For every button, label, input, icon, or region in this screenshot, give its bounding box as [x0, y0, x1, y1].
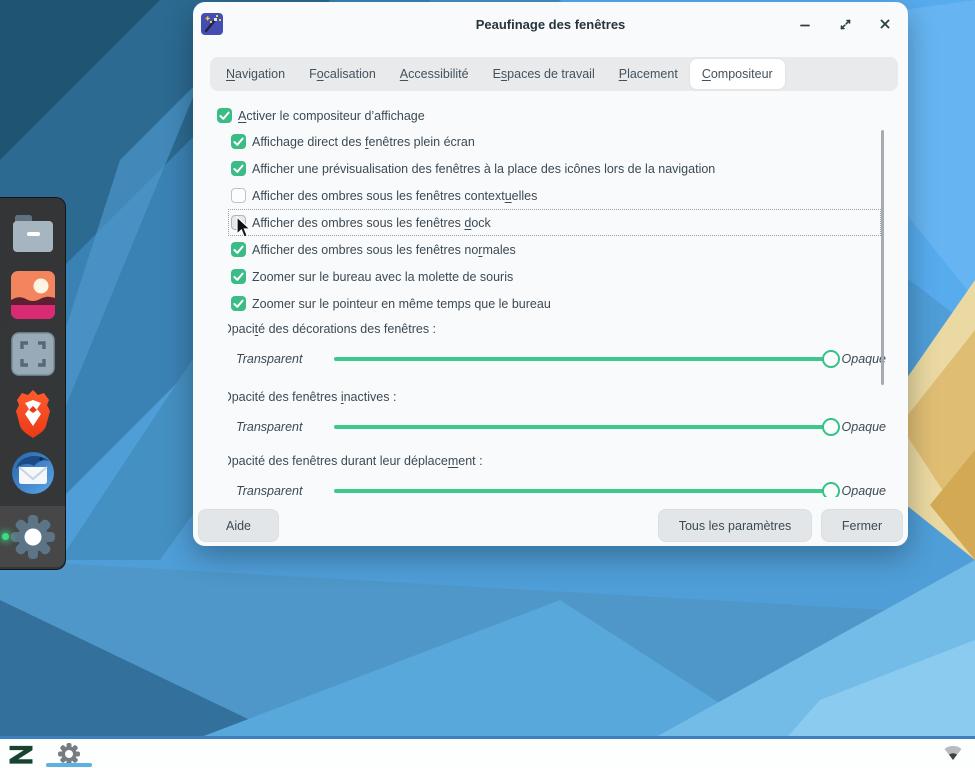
opacity-inactive-label: Opacité des fenêtres inactives : [228, 387, 886, 407]
dock-item-file-manager[interactable] [0, 212, 65, 255]
checkbox-label: Affichage direct des fenêtres plein écra… [252, 135, 475, 149]
dock-item-settings[interactable] [0, 506, 65, 567]
wifi-status-icon[interactable] [943, 744, 963, 767]
checkbox-checked[interactable] [231, 134, 246, 149]
tab-navigation[interactable]: Navigation [214, 59, 297, 89]
dock-item-screenshot-tool[interactable] [0, 332, 65, 376]
slider-max-label: Opaque [842, 352, 886, 366]
slider-min-label: Transparent [236, 484, 328, 497]
checkbox-checked[interactable] [217, 108, 232, 123]
titlebar[interactable]: Peaufinage des fenêtres [193, 2, 908, 46]
help-button[interactable]: Aide [198, 509, 279, 542]
checkbox-checked[interactable] [231, 296, 246, 311]
tab-accessibilite[interactable]: Accessibilité [388, 59, 481, 89]
mouse-cursor [236, 216, 253, 239]
opacity-move-label: Opacité des fenêtres durant leur déplace… [228, 451, 886, 471]
opacity-inactive-slider[interactable] [334, 425, 836, 429]
compositor-options-scroll-area: Affichage direct des fenêtres plein écra… [228, 128, 886, 497]
window-peaufinage-des-fenetres: Peaufinage des fenêtres [193, 2, 908, 546]
slider-thumb[interactable] [822, 418, 840, 436]
active-window-indicator [46, 763, 92, 767]
checkbox-label: Afficher des ombres sous les fenêtres do… [252, 216, 491, 230]
taskbar [0, 736, 975, 768]
checkbox-unchecked[interactable] [231, 188, 246, 203]
thunderbird-icon [10, 450, 56, 496]
checkbox-row-zoom-pointeur[interactable]: Zoomer sur le pointeur en même temps que… [228, 290, 886, 317]
dock-item-brave-browser[interactable] [0, 388, 65, 438]
close-dialog-button[interactable]: Fermer [821, 509, 903, 542]
checkbox-label: Afficher des ombres sous les fenêtres no… [252, 243, 516, 257]
checkbox-label: Zoomer sur le pointeur en même temps que… [252, 297, 551, 311]
tab-espaces-de-travail[interactable]: Espaces de travail [481, 59, 607, 89]
vertical-scrollbar[interactable] [881, 130, 884, 385]
running-indicator-dot [2, 533, 9, 540]
maximize-button[interactable] [836, 15, 854, 33]
close-button[interactable] [876, 15, 894, 33]
dock-item-thunderbird[interactable] [0, 450, 65, 496]
all-settings-button[interactable]: Tous les paramètres [658, 509, 812, 542]
slider-min-label: Transparent [236, 420, 328, 434]
dock-panel [0, 197, 66, 570]
desktop: Peaufinage des fenêtres [0, 0, 975, 768]
zorin-menu-button[interactable] [7, 743, 35, 765]
checkbox-checked[interactable] [231, 269, 246, 284]
checkbox-row-ombres-normales[interactable]: Afficher des ombres sous les fenêtres no… [228, 236, 886, 263]
slider-min-label: Transparent [236, 352, 328, 366]
tab-compositeur[interactable]: Compositeur [690, 59, 785, 89]
file-manager-icon [11, 212, 55, 255]
opacity-move-slider-row: Transparent Opaque [228, 477, 886, 497]
checkbox-row-zoom-molette[interactable]: Zoomer sur le bureau avec la molette de … [228, 263, 886, 290]
checkbox-row-plein-ecran[interactable]: Affichage direct des fenêtres plein écra… [228, 128, 886, 155]
checkbox-label: Afficher des ombres sous les fenêtres co… [252, 189, 537, 203]
checkbox-checked[interactable] [231, 242, 246, 257]
opacity-decorations-slider-row: Transparent Opaque [228, 345, 886, 373]
image-viewer-icon [11, 271, 55, 319]
dialog-button-bar: Aide Tous les paramètres Fermer [197, 509, 904, 543]
slider-max-label: Opaque [842, 484, 886, 497]
slider-max-label: Opaque [842, 420, 886, 434]
tab-bar: Navigation Focalisation Accessibilité Es… [210, 57, 898, 91]
checkbox-checked[interactable] [231, 161, 246, 176]
settings-gear-icon [9, 513, 57, 561]
checkbox-row-activer-compositeur[interactable]: Activer le compositeur d’affichage [217, 102, 425, 129]
slider-thumb[interactable] [822, 482, 840, 497]
opacity-move-slider[interactable] [334, 489, 836, 493]
checkbox-row-ombres-contextuelles[interactable]: Afficher des ombres sous les fenêtres co… [228, 182, 886, 209]
checkbox-label: Activer le compositeur d’affichage [238, 109, 425, 123]
opacity-decorations-label: Opacité des décorations des fenêtres : [228, 319, 886, 339]
checkbox-label: Afficher une prévisualisation des fenêtr… [252, 162, 715, 176]
checkbox-row-ombres-dock[interactable]: Afficher des ombres sous les fenêtres do… [228, 209, 881, 236]
checkbox-label: Zoomer sur le bureau avec la molette de … [252, 270, 513, 284]
minimize-button[interactable] [796, 15, 814, 33]
slider-thumb[interactable] [822, 350, 840, 368]
dock-item-image-viewer[interactable] [0, 271, 65, 319]
zorin-logo-icon [7, 743, 35, 765]
opacity-decorations-slider[interactable] [334, 357, 836, 361]
brave-browser-icon [10, 388, 56, 438]
opacity-inactive-slider-row: Transparent Opaque [228, 413, 886, 441]
checkbox-row-previsualisation[interactable]: Afficher une prévisualisation des fenêtr… [228, 155, 886, 182]
tab-focalisation[interactable]: Focalisation [297, 59, 388, 89]
screenshot-tool-icon [11, 332, 55, 376]
tab-placement[interactable]: Placement [607, 59, 690, 89]
